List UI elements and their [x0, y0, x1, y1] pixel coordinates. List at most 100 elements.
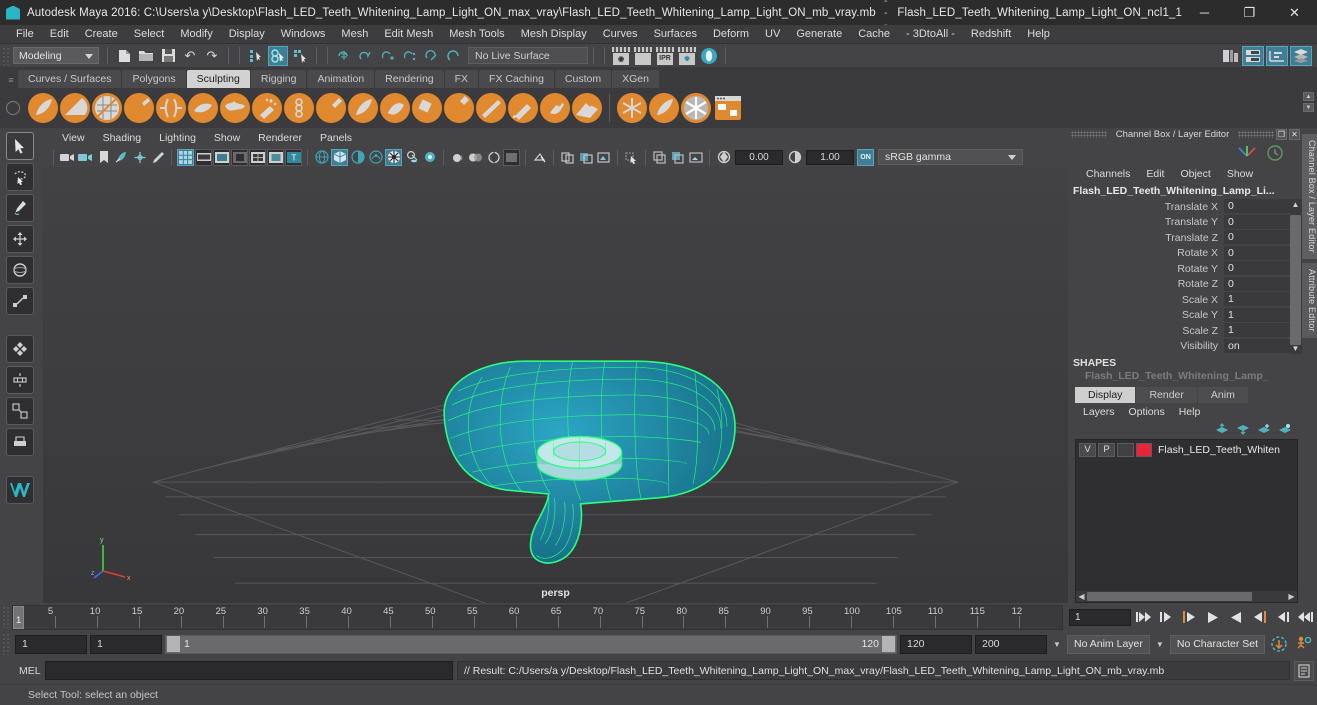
repeat-tool-icon[interactable]	[284, 93, 314, 123]
viewport-render-icon[interactable]	[595, 149, 612, 166]
amplify-tool-icon[interactable]	[540, 93, 570, 123]
layer-tab-display[interactable]: Display	[1075, 387, 1136, 403]
soft-modification-icon[interactable]	[6, 397, 34, 425]
xray-joints-icon[interactable]	[559, 149, 576, 166]
safe-action-icon[interactable]	[267, 148, 284, 166]
channel-row[interactable]: Rotate X0	[1069, 245, 1302, 262]
layer-menu-layers[interactable]: Layers	[1077, 406, 1121, 418]
chevron-down-icon[interactable]: ▼	[1050, 635, 1064, 654]
flatten-tool-icon[interactable]	[188, 93, 218, 123]
open-scene-icon[interactable]	[136, 46, 156, 66]
menu-select[interactable]: Select	[126, 25, 173, 44]
menu-mesh-display[interactable]: Mesh Display	[513, 25, 595, 44]
scroll-right-icon[interactable]: ▶	[1286, 592, 1297, 601]
layer-row[interactable]: V P Flash_LED_Teeth_Whiten	[1076, 440, 1297, 457]
layer-color-swatch[interactable]	[1136, 442, 1152, 457]
snap-point-icon[interactable]	[378, 46, 398, 66]
range-slider-gripper[interactable]	[2, 633, 10, 655]
layer-name-label[interactable]: Flash_LED_Teeth_Whiten	[1154, 444, 1280, 456]
viewport-menu-renderer[interactable]: Renderer	[249, 130, 311, 147]
layer-list-horizontal-scrollbar[interactable]: ◀ ▶	[1076, 591, 1297, 602]
clone-target-icon[interactable]	[713, 93, 743, 123]
current-time-indicator[interactable]: 1	[13, 605, 24, 629]
tab-attribute-editor[interactable]: Attribute Editor	[1302, 262, 1317, 338]
channel-box-scrollbar[interactable]: ▲ ▼	[1290, 199, 1301, 354]
scroll-down-icon[interactable]: ▼	[1290, 343, 1301, 354]
shelf-tab-xgen[interactable]: XGen	[612, 70, 659, 88]
move-layer-down-icon[interactable]	[1236, 423, 1250, 435]
play-backwards-icon[interactable]	[1203, 607, 1223, 627]
perspective-viewport[interactable]: y x z persp	[43, 167, 1068, 603]
grab-tool-icon[interactable]	[124, 93, 154, 123]
pinch-tool-icon[interactable]	[156, 93, 186, 123]
new-scene-icon[interactable]	[114, 46, 134, 66]
show-hide-hypergraph-icon[interactable]	[1220, 46, 1240, 66]
channel-row[interactable]: Translate X0	[1069, 199, 1302, 215]
bookmark-icon[interactable]	[95, 149, 112, 166]
display-layer-list[interactable]: V P Flash_LED_Teeth_Whiten ◀ ▶	[1075, 439, 1298, 603]
channel-box-menu-channels[interactable]: Channels	[1079, 165, 1137, 184]
layer-menu-options[interactable]: Options	[1123, 406, 1171, 418]
menu-generate[interactable]: Generate	[788, 25, 850, 44]
exposure-value-field[interactable]: 0.00	[735, 149, 783, 165]
range-end-handle[interactable]	[882, 636, 895, 652]
close-button[interactable]: ✕	[1272, 0, 1317, 25]
maya-logo-icon[interactable]	[6, 476, 34, 504]
menu-windows[interactable]: Windows	[273, 25, 334, 44]
maximize-button[interactable]: ❐	[1227, 0, 1272, 25]
menu-curves[interactable]: Curves	[595, 25, 646, 44]
menu-help[interactable]: Help	[1019, 25, 1058, 44]
step-back-frame-icon[interactable]	[1180, 607, 1200, 627]
select-component-icon[interactable]	[290, 46, 310, 66]
channel-row[interactable]: Visibility on	[1069, 338, 1302, 355]
sculpt-settings-icon[interactable]	[649, 93, 679, 123]
two-d-pan-zoom-icon[interactable]	[131, 149, 148, 166]
close-icon[interactable]: ✕	[1289, 129, 1300, 140]
isolate-select-icon[interactable]	[503, 148, 520, 166]
character-set-selector[interactable]: No Character Set	[1169, 634, 1265, 654]
snap-grid-icon[interactable]	[334, 46, 354, 66]
paste-image-icon[interactable]	[669, 149, 686, 166]
snap-arc-icon[interactable]	[444, 46, 464, 66]
layer-tab-render[interactable]: Render	[1136, 387, 1197, 403]
select-object-icon[interactable]	[268, 45, 288, 66]
fill-tool-icon[interactable]	[412, 93, 442, 123]
smear-tool-icon[interactable]	[476, 93, 506, 123]
viewport-menu-panels[interactable]: Panels	[311, 130, 361, 147]
time-slider-gripper[interactable]	[2, 606, 10, 628]
show-manipulator-icon[interactable]	[6, 428, 34, 456]
layer-display-type-toggle[interactable]	[1117, 442, 1134, 457]
step-forward-frame-icon[interactable]	[1249, 607, 1269, 627]
image-plane-icon[interactable]	[113, 149, 130, 166]
layer-menu-help[interactable]: Help	[1173, 406, 1207, 418]
scrollbar-thumb[interactable]	[1290, 215, 1301, 345]
freeze-all-icon[interactable]	[617, 93, 647, 123]
safe-title-icon[interactable]: T	[285, 148, 302, 166]
last-tool-used-icon[interactable]	[6, 335, 34, 363]
menu-redshift[interactable]: Redshift	[963, 25, 1019, 44]
spray-tool-icon[interactable]	[252, 93, 282, 123]
anim-layer-selector[interactable]: No Anim Layer	[1067, 634, 1150, 654]
channel-row[interactable]: Rotate Z0	[1069, 276, 1302, 293]
snap-curve-icon[interactable]	[356, 46, 376, 66]
color-space-selector[interactable]: sRGB gamma	[878, 149, 1023, 165]
menu-edit[interactable]: Edit	[42, 25, 77, 44]
live-surface-field[interactable]: No Live Surface	[468, 47, 588, 64]
mirror-sculpt-icon[interactable]	[681, 93, 711, 123]
knife-tool-icon[interactable]	[444, 93, 474, 123]
menu-modify[interactable]: Modify	[172, 25, 220, 44]
film-gate-icon[interactable]	[195, 148, 212, 166]
current-frame-field[interactable]: 1	[1069, 608, 1131, 626]
shelf-tab-curves-surfaces[interactable]: Curves / Surfaces	[18, 70, 122, 88]
snapshot-icon[interactable]	[687, 149, 704, 166]
scrollbar-thumb[interactable]	[1087, 592, 1252, 601]
scrape-tool-icon[interactable]	[380, 93, 410, 123]
gamma-value-field[interactable]: 1.00	[806, 149, 854, 165]
wireframe-shading-icon[interactable]	[313, 149, 330, 166]
shelf-tab-fx-caching[interactable]: FX Caching	[479, 70, 554, 88]
manipulator-axis-icon[interactable]	[1236, 144, 1258, 162]
shelf-tab-sculpting[interactable]: Sculpting	[186, 70, 250, 88]
new-layer-icon[interactable]	[1257, 423, 1271, 435]
exposure-icon[interactable]	[715, 149, 732, 166]
scroll-left-icon[interactable]: ◀	[1076, 592, 1087, 601]
